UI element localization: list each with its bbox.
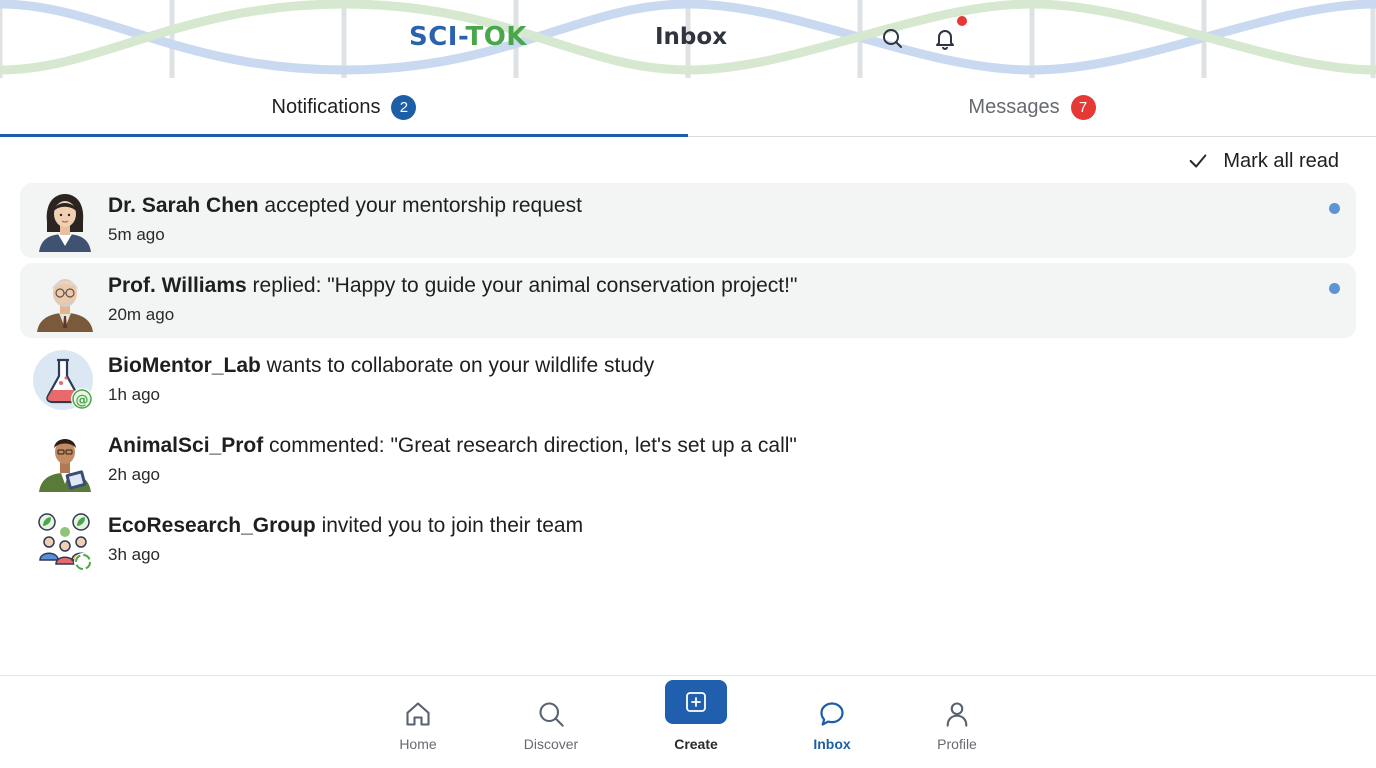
- bottom-navigation: Home Discover Create Inbox Profile: [0, 675, 1376, 768]
- notification-text: Dr. Sarah Chen accepted your mentorship …: [108, 194, 582, 218]
- app-logo[interactable]: SCI-TOK: [409, 22, 527, 52]
- notification-text: EcoResearch_Group invited you to join th…: [108, 514, 583, 538]
- bell-icon[interactable]: [933, 26, 957, 50]
- nav-label: Discover: [523, 736, 579, 752]
- nav-home[interactable]: Home: [368, 676, 468, 768]
- notification-item[interactable]: AnimalSci_Prof commented: "Great researc…: [20, 423, 1356, 498]
- notification-actor: Prof. Williams: [108, 274, 247, 297]
- notification-item[interactable]: Prof. Williams replied: "Happy to guide …: [20, 263, 1356, 338]
- notification-message: replied: "Happy to guide your animal con…: [246, 274, 798, 297]
- notification-actor: EcoResearch_Group: [108, 514, 316, 537]
- notification-text: BioMentor_Lab wants to collaborate on yo…: [108, 354, 654, 378]
- chat-bubble-icon: [820, 702, 844, 726]
- messages-count-badge: 7: [1070, 94, 1096, 120]
- nav-discover[interactable]: Discover: [501, 676, 601, 768]
- nav-label: Create: [674, 736, 718, 752]
- mark-all-read-button[interactable]: Mark all read: [1187, 146, 1339, 176]
- nav-label: Profile: [937, 736, 977, 752]
- tab-notifications[interactable]: Notifications 2: [0, 78, 688, 136]
- home-icon: [406, 702, 430, 726]
- svg-text:@: @: [76, 393, 89, 408]
- nav-create[interactable]: Create: [646, 676, 746, 768]
- notification-message: invited you to join their team: [315, 514, 584, 537]
- mark-all-read-label: Mark all read: [1223, 149, 1339, 172]
- notification-text: Prof. Williams replied: "Happy to guide …: [108, 274, 797, 298]
- nav-profile[interactable]: Profile: [907, 676, 1007, 768]
- plus-square-icon: [686, 692, 706, 712]
- elderly-man-avatar: [37, 279, 93, 332]
- app-header: SCI-TOK Inbox: [0, 0, 1376, 78]
- inbox-screen: SCI-TOK Inbox Notifications 2 Messages 7…: [0, 0, 1376, 768]
- unread-dot: [1329, 283, 1340, 294]
- tab-label: Messages: [968, 95, 1060, 118]
- tab-label: Notifications: [271, 95, 381, 118]
- notification-item[interactable]: EcoResearch_Group invited you to join th…: [20, 503, 1356, 578]
- logo-text-part1: SCI: [409, 22, 458, 52]
- notification-item[interactable]: Dr. Sarah Chen accepted your mentorship …: [20, 183, 1356, 258]
- man-clipboard-avatar: [39, 439, 91, 492]
- search-icon: [539, 702, 564, 727]
- notification-message: accepted your mentorship request: [258, 194, 582, 217]
- person-icon: [946, 702, 968, 727]
- notification-message: wants to collaborate on your wildlife st…: [260, 354, 655, 377]
- notification-list: Dr. Sarah Chen accepted your mentorship …: [20, 183, 1356, 583]
- tab-messages[interactable]: Messages 7: [688, 78, 1376, 136]
- notification-dot: [957, 16, 967, 26]
- search-icon[interactable]: [880, 26, 904, 50]
- page-title: Inbox: [655, 24, 728, 50]
- nav-label: Inbox: [813, 736, 851, 752]
- notification-time: 3h ago: [108, 545, 160, 564]
- notification-time: 20m ago: [108, 305, 175, 324]
- group-leaf-avatar: [38, 513, 92, 571]
- nav-inbox[interactable]: Inbox: [782, 676, 882, 768]
- nav-label: Home: [399, 736, 437, 752]
- create-button[interactable]: [665, 680, 727, 724]
- check-icon: [1190, 154, 1207, 168]
- notification-time: 1h ago: [108, 385, 160, 404]
- inbox-tabs: Notifications 2 Messages 7: [0, 78, 1376, 137]
- logo-text-part3: TOK: [465, 22, 527, 52]
- flask-avatar: @: [33, 350, 93, 410]
- notification-message: commented: "Great research direction, le…: [263, 434, 797, 457]
- notification-actor: Dr. Sarah Chen: [108, 194, 259, 217]
- notification-actor: AnimalSci_Prof: [108, 434, 264, 457]
- active-tab-indicator: [0, 134, 688, 137]
- notification-time: 5m ago: [108, 225, 165, 244]
- notifications-count-badge: 2: [391, 94, 417, 120]
- notification-actor: BioMentor_Lab: [108, 354, 261, 377]
- notification-time: 2h ago: [108, 465, 160, 484]
- unread-dot: [1329, 203, 1340, 214]
- woman-avatar: [39, 194, 91, 252]
- notification-text: AnimalSci_Prof commented: "Great researc…: [108, 434, 797, 458]
- notification-item[interactable]: @ BioMentor_Lab wants to collaborate on …: [20, 343, 1356, 418]
